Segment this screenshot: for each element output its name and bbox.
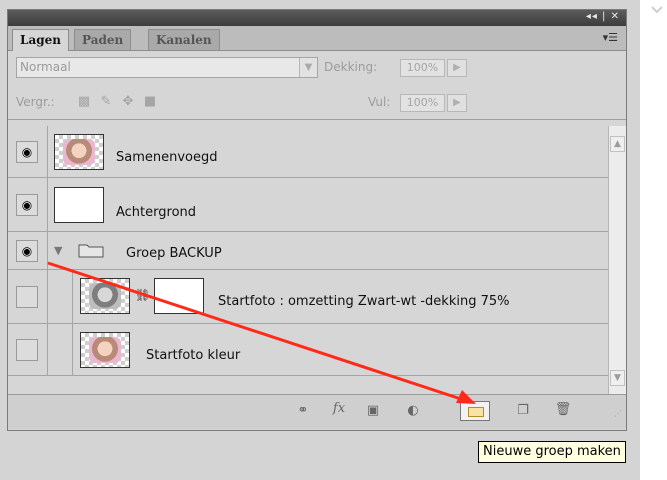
layer-thumbnail [54, 134, 104, 170]
layer-name: Samenenvoegd [116, 150, 218, 165]
lock-transparency-icon[interactable]: ▩ [76, 94, 92, 110]
visibility-cell: ◉ [8, 126, 48, 177]
lock-all-icon[interactable]: ■ [142, 94, 158, 110]
opacity-field[interactable]: 100% [400, 59, 445, 77]
expand-triangle-icon[interactable]: ▼ [54, 244, 62, 257]
mask-icon[interactable]: ▣ [364, 403, 382, 419]
visibility-cell [8, 324, 48, 375]
resize-grip-icon[interactable]: ⋰ [614, 409, 622, 418]
lock-image-brush-icon[interactable]: ✎ [98, 94, 114, 110]
tab-lagen[interactable]: Lagen [12, 29, 69, 51]
tab-row: Lagen Paden Kanalen ▾☰ [8, 26, 626, 51]
mask-thumbnail[interactable] [154, 278, 204, 314]
titlebar-buttons[interactable]: ◂◂ | ✕ [586, 11, 620, 22]
eye-icon[interactable]: ◉ [16, 240, 38, 262]
fill-slider-arrow-icon[interactable]: ▶ [447, 94, 467, 112]
opacity-slider-arrow-icon[interactable]: ▶ [447, 59, 467, 77]
lock-row: Vergr.: ▩ ✎ ✥ ■ Vul: 100% ▶ [8, 85, 626, 120]
visibility-cell: ◉ [8, 178, 48, 231]
group-row[interactable]: ◉ ▼ Groep BACKUP [8, 232, 608, 270]
layer-thumbnail [80, 332, 130, 368]
layer-thumbnail [54, 187, 104, 223]
lock-position-icon[interactable]: ✥ [120, 94, 136, 110]
opacity-label: Dekking: [324, 60, 378, 74]
group-indent-divider [72, 270, 73, 324]
mask-link-icon[interactable]: ⛓ [135, 288, 150, 302]
tooltip: Nieuwe groep maken [478, 441, 626, 463]
blend-row: Normaal ▼ Dekking: 100% ▶ [8, 51, 626, 85]
corner-mark-icon [651, 6, 663, 14]
visibility-cell [8, 270, 48, 323]
panel-menu-icon[interactable]: ▾☰ [603, 31, 618, 44]
tab-kanalen[interactable]: Kanalen [148, 29, 220, 50]
new-group-button[interactable] [460, 401, 490, 421]
visibility-toggle-empty[interactable] [16, 339, 38, 361]
layer-thumbnail [80, 278, 130, 314]
blend-mode-value: Normaal [20, 60, 71, 74]
link-icon[interactable]: ⚭ [292, 403, 314, 419]
layer-row[interactable]: ◉ Achtergrond [8, 178, 608, 232]
eye-icon[interactable]: ◉ [16, 194, 38, 216]
blend-mode-select[interactable]: Normaal ▼ [16, 57, 318, 78]
layer-row[interactable]: ⛓ Startfoto : omzetting Zwart-wt -dekkin… [8, 270, 608, 324]
tab-paden[interactable]: Paden [74, 29, 132, 50]
scroll-up-icon[interactable]: ▲ [610, 136, 625, 152]
lock-label: Vergr.: [16, 95, 55, 109]
new-group-icon [468, 407, 484, 417]
folder-icon [78, 242, 104, 258]
group-indent-divider [72, 324, 73, 376]
layers-list: ◉ Samenenvoegd ◉ Achtergrond ◉ ▼ Groep B… [8, 126, 608, 394]
visibility-toggle-empty[interactable] [16, 286, 38, 308]
layer-name: Startfoto : omzetting Zwart-wt -dekking … [218, 294, 510, 309]
layer-name: Achtergrond [116, 205, 197, 220]
layers-scrollbar[interactable]: ▲ ▼ [608, 126, 626, 394]
layer-name: Groep BACKUP [126, 246, 222, 261]
fill-field[interactable]: 100% [400, 94, 445, 112]
page-margin [640, 0, 667, 480]
fx-icon[interactable]: fx [328, 401, 350, 417]
adjustment-icon[interactable]: ◐ [404, 403, 422, 419]
scroll-down-icon[interactable]: ▼ [610, 370, 625, 386]
new-layer-icon[interactable]: ❐ [514, 403, 532, 419]
layer-row[interactable]: ◉ Samenenvoegd [8, 126, 608, 178]
layer-row[interactable]: Startfoto kleur [8, 324, 608, 376]
chevron-down-icon[interactable]: ▼ [299, 58, 317, 77]
panel-bottom-bar: ⚭ fx ▣ ◐ ❐ 🗑 ⋰ [8, 394, 626, 429]
eye-icon[interactable]: ◉ [16, 141, 38, 163]
visibility-cell: ◉ [8, 232, 48, 269]
trash-icon[interactable]: 🗑 [554, 402, 572, 418]
layer-name: Startfoto kleur [146, 348, 241, 363]
fill-label: Vul: [368, 95, 391, 109]
panel-titlebar[interactable]: ◂◂ | ✕ [8, 10, 626, 26]
